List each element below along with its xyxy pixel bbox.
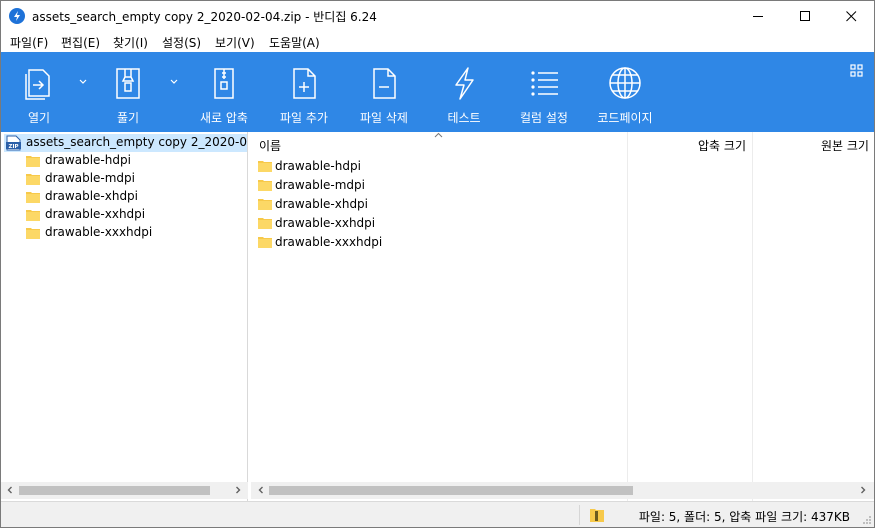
- delete-file-icon: [373, 68, 396, 99]
- svg-text:ZIP: ZIP: [8, 144, 18, 150]
- folder-tree[interactable]: ZIP assets_search_empty copy 2_2020-02-0…: [1, 132, 248, 501]
- tree-horizontal-scrollbar[interactable]: [1, 482, 248, 499]
- menu-settings[interactable]: 설정(S): [162, 34, 201, 51]
- delete-file-button[interactable]: 파일 삭제: [351, 52, 417, 132]
- test-label: 테스트: [447, 111, 481, 125]
- scroll-left-icon[interactable]: [256, 485, 266, 495]
- tree-item-label: drawable-xxxhdpi: [45, 225, 153, 239]
- open-label: 열기: [27, 111, 51, 125]
- column-header-name[interactable]: 이름: [251, 132, 627, 157]
- list-icon: [531, 71, 558, 96]
- menu-edit[interactable]: 편집(E): [61, 34, 100, 51]
- extract-button[interactable]: 풀기: [97, 52, 159, 132]
- add-file-label: 파일 추가: [280, 111, 328, 125]
- status-divider: [579, 505, 580, 525]
- delete-file-label: 파일 삭제: [360, 111, 408, 125]
- open-button[interactable]: 열기: [8, 52, 70, 132]
- maximize-icon: [799, 10, 810, 21]
- test-button[interactable]: 테스트: [433, 52, 495, 132]
- archive-folder-icon: [590, 509, 604, 522]
- extract-label: 풀기: [116, 111, 140, 125]
- scrollbar-thumb[interactable]: [19, 486, 210, 495]
- add-file-button[interactable]: 파일 추가: [271, 52, 337, 132]
- file-list[interactable]: 이름 압축 크기 원본 크기 drawable-hdpi drawable-md…: [251, 132, 874, 501]
- folder-icon: [26, 228, 40, 239]
- app-window: assets_search_empty copy 2_2020-02-04.zi…: [0, 0, 875, 528]
- extract-icon: [116, 68, 140, 99]
- scroll-right-icon[interactable]: [233, 485, 243, 495]
- menu-help[interactable]: 도움말(A): [269, 34, 320, 51]
- codepage-label: 코드페이지: [597, 111, 653, 125]
- codepage-button[interactable]: 코드페이지: [591, 52, 659, 132]
- menu-find[interactable]: 찾기(I): [113, 34, 148, 51]
- scroll-left-icon[interactable]: [5, 485, 15, 495]
- column-divider[interactable]: [627, 132, 628, 501]
- scrollbar-thumb[interactable]: [269, 486, 633, 495]
- column-header-compressed-size[interactable]: 압축 크기: [628, 132, 752, 157]
- menu-file[interactable]: 파일(F): [10, 34, 48, 51]
- folder-icon: [26, 192, 40, 203]
- tree-item-label: drawable-xhdpi: [45, 189, 139, 203]
- zip-archive-icon: [214, 68, 234, 99]
- new-archive-label: 새로 압축: [200, 111, 248, 125]
- add-file-icon: [293, 68, 316, 99]
- folder-icon: [26, 174, 40, 185]
- open-dropdown-icon[interactable]: [78, 78, 88, 86]
- zip-file-icon: ZIP: [6, 135, 21, 151]
- folder-icon: [26, 210, 40, 221]
- folder-icon: [258, 237, 272, 248]
- tree-item-label: drawable-mdpi: [45, 171, 135, 185]
- status-bar: 파일: 5, 폴더: 5, 압축 파일 크기: 437KB: [1, 501, 874, 527]
- list-item-name: drawable-xxhdpi: [275, 216, 376, 230]
- list-item-name: drawable-mdpi: [275, 178, 365, 192]
- title-bar[interactable]: assets_search_empty copy 2_2020-02-04.zi…: [1, 1, 874, 31]
- list-horizontal-scrollbar[interactable]: [251, 482, 874, 499]
- folder-icon: [258, 161, 272, 172]
- menu-view[interactable]: 보기(V): [215, 34, 255, 51]
- extract-dropdown-icon[interactable]: [169, 78, 179, 86]
- sort-ascending-icon: [434, 132, 443, 138]
- list-item-name: drawable-xxxhdpi: [275, 235, 383, 249]
- menu-bar: 파일(F) 편집(E) 찾기(I) 설정(S) 보기(V) 도움말(A): [1, 31, 874, 52]
- close-button[interactable]: [828, 1, 874, 31]
- layout-grid-icon[interactable]: [850, 64, 864, 78]
- scroll-right-icon[interactable]: [858, 485, 868, 495]
- tree-root-label: assets_search_empty copy 2_2020-02-04.zi…: [26, 135, 247, 149]
- window-title: assets_search_empty copy 2_2020-02-04.zi…: [32, 10, 377, 24]
- status-summary: 파일: 5, 폴더: 5, 압축 파일 크기: 437KB: [638, 510, 850, 524]
- folder-icon: [258, 180, 272, 191]
- tree-item-label: drawable-hdpi: [45, 153, 131, 167]
- minimize-button[interactable]: [735, 1, 781, 31]
- list-item-name: drawable-xhdpi: [275, 197, 369, 211]
- column-divider[interactable]: [752, 132, 753, 501]
- column-settings-button[interactable]: 컬럼 설정: [510, 52, 578, 132]
- tree-item-label: drawable-xxhdpi: [45, 207, 146, 221]
- folder-icon: [26, 156, 40, 167]
- list-item-name: drawable-hdpi: [275, 159, 361, 173]
- resize-grip-icon[interactable]: [862, 515, 872, 525]
- column-header-original-size[interactable]: 원본 크기: [753, 132, 874, 157]
- tree-root-archive[interactable]: ZIP assets_search_empty copy 2_2020-02-0…: [4, 134, 247, 152]
- close-icon: [845, 10, 856, 21]
- lightning-icon: [455, 67, 474, 100]
- bandizip-logo-icon: [9, 8, 25, 24]
- folder-icon: [258, 199, 272, 210]
- maximize-button[interactable]: [782, 1, 828, 31]
- open-file-icon: [25, 69, 50, 100]
- column-settings-label: 컬럼 설정: [520, 111, 568, 125]
- minimize-icon: [752, 15, 763, 17]
- globe-icon: [609, 67, 641, 99]
- new-archive-button[interactable]: 새로 압축: [189, 52, 259, 132]
- folder-icon: [258, 218, 272, 229]
- toolbar: 열기 풀기 새로 압축 파일 추가 파일 삭제 테스트 컬럼 설정 코드페이지: [1, 52, 874, 132]
